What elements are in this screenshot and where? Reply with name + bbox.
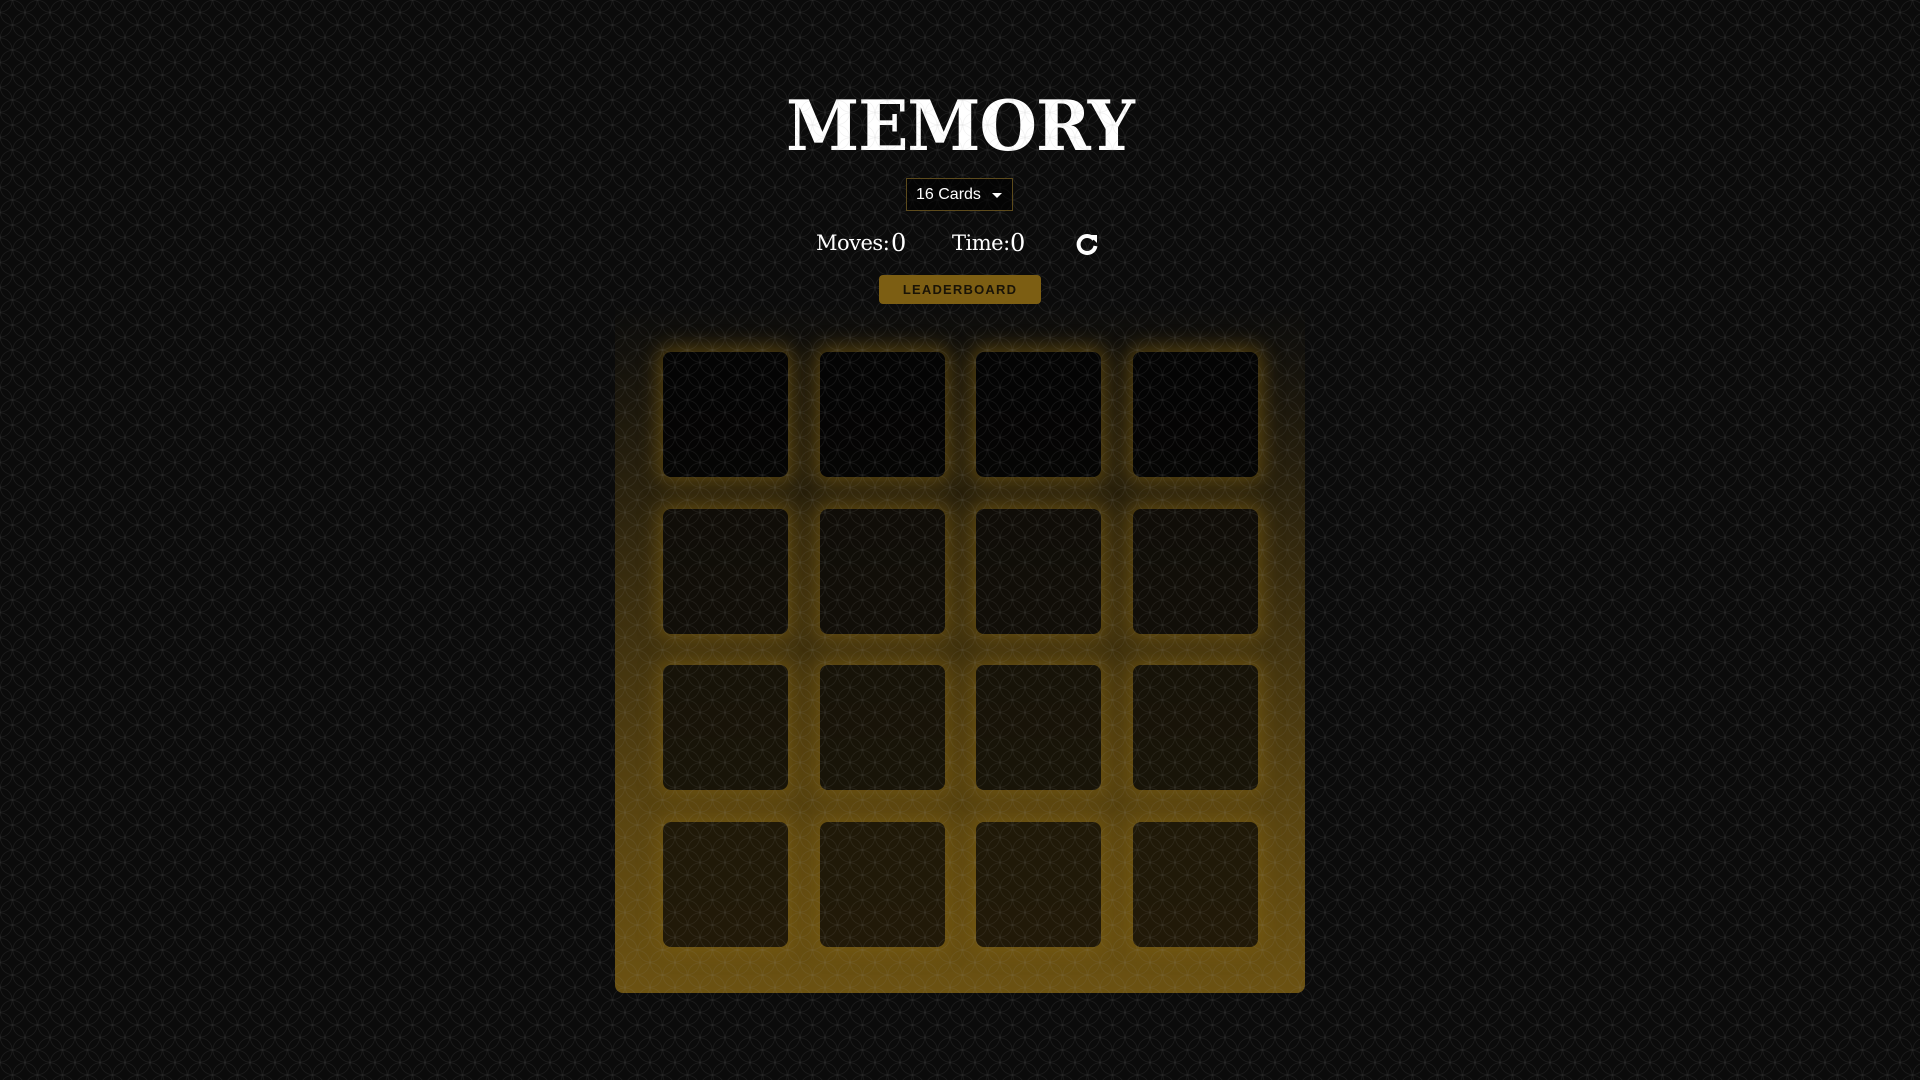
memory-card[interactable] — [819, 821, 945, 947]
memory-card[interactable] — [663, 665, 788, 790]
page-title: MEMORY — [786, 85, 1135, 167]
leaderboard-button[interactable]: LEADERBOARD — [879, 275, 1041, 304]
time-label: Time: — [952, 231, 1010, 255]
memory-card[interactable] — [1132, 665, 1258, 790]
game-board — [615, 304, 1305, 993]
moves-value: 0 — [891, 229, 906, 257]
memory-card[interactable] — [976, 352, 1101, 477]
memory-card[interactable] — [663, 821, 788, 947]
memory-card[interactable] — [663, 508, 788, 634]
memory-card[interactable] — [663, 352, 788, 477]
memory-card[interactable] — [976, 821, 1101, 947]
moves-label: Moves: — [816, 231, 890, 255]
memory-card[interactable] — [1132, 508, 1258, 634]
memory-card[interactable] — [819, 665, 945, 790]
card-count-select[interactable]: 16 Cards — [906, 178, 1013, 211]
memory-card[interactable] — [976, 665, 1101, 790]
card-count-selected-value: 16 Cards — [916, 185, 981, 203]
memory-card[interactable] — [1132, 352, 1258, 477]
restart-button[interactable] — [1074, 231, 1100, 257]
memory-card[interactable] — [1132, 821, 1258, 947]
chevron-down-icon — [992, 193, 1002, 198]
refresh-icon — [1076, 234, 1098, 255]
time-value: 0 — [1010, 229, 1025, 257]
memory-card[interactable] — [976, 508, 1101, 634]
memory-card[interactable] — [819, 352, 945, 477]
stats-bar: Moves: 0 Time: 0 — [0, 228, 1920, 258]
memory-card[interactable] — [819, 508, 945, 634]
memory-game-page: MEMORY 16 Cards Moves: 0 Time: 0 LEADERB… — [0, 0, 1920, 1080]
